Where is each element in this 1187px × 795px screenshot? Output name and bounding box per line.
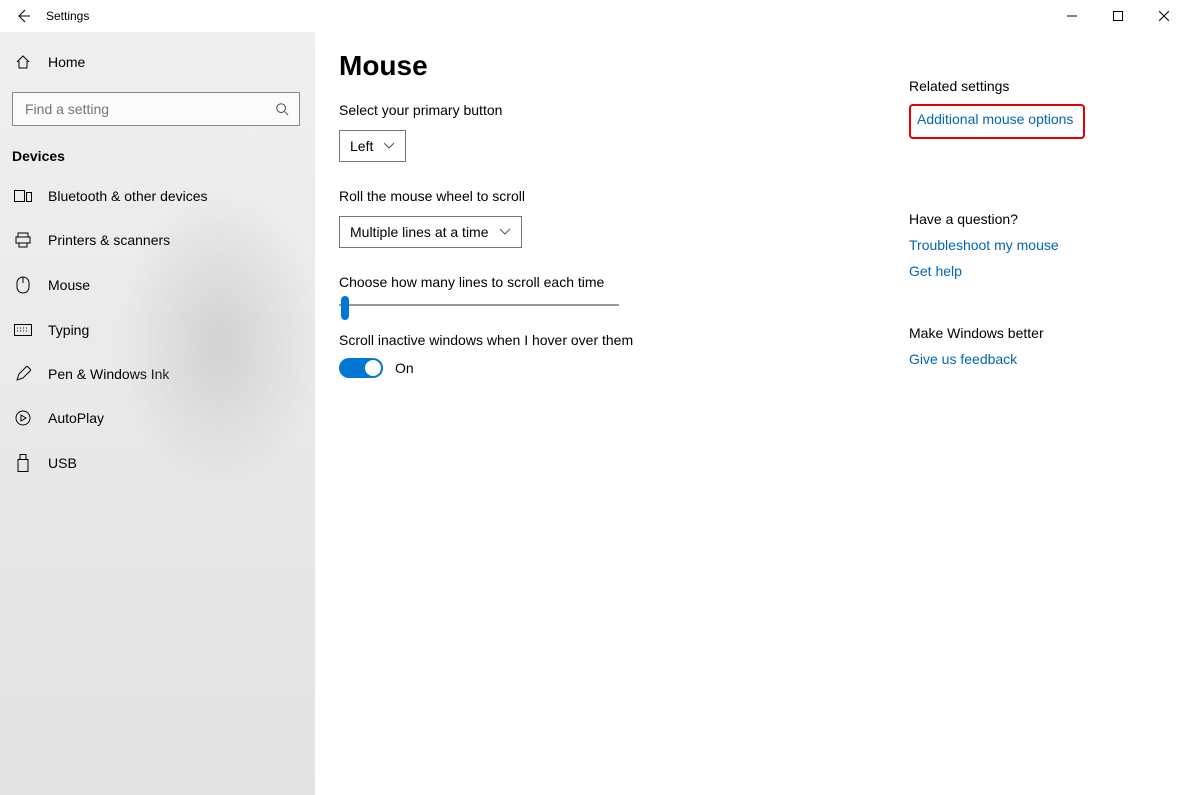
troubleshoot-mouse-link[interactable]: Troubleshoot my mouse [909,237,1059,253]
home-icon [14,54,32,70]
back-button[interactable] [0,0,46,32]
main-content: Mouse Select your primary button Left Ro… [315,32,1187,795]
autoplay-icon [14,410,32,426]
inactive-windows-toggle[interactable] [339,358,383,378]
improve-heading: Make Windows better [909,325,1187,341]
titlebar: Settings [0,0,1187,32]
inactive-windows-label: Scroll inactive windows when I hover ove… [339,332,909,348]
sidebar-item-label: Printers & scanners [48,232,170,248]
highlighted-link-box: Additional mouse options [909,104,1085,139]
sidebar-item-typing[interactable]: Typing [0,308,315,352]
sidebar-home-label: Home [48,54,85,70]
chevron-down-icon [383,142,395,150]
sidebar-item-label: Pen & Windows Ink [48,366,169,382]
wheel-scroll-label: Roll the mouse wheel to scroll [339,188,909,204]
page-title: Mouse [339,50,909,82]
maximize-button[interactable] [1095,0,1141,32]
sidebar-section-label: Devices [0,144,315,174]
pen-icon [14,366,32,382]
window-title: Settings [46,9,89,23]
search-input[interactable] [12,92,300,126]
close-button[interactable] [1141,0,1187,32]
sidebar-item-usb[interactable]: USB [0,440,315,486]
sidebar-item-label: AutoPlay [48,410,104,426]
usb-icon [14,454,32,472]
search-icon [275,102,289,116]
sidebar-item-label: USB [48,455,77,471]
sidebar-item-mouse[interactable]: Mouse [0,262,315,308]
sidebar-item-pen[interactable]: Pen & Windows Ink [0,352,315,396]
sidebar-item-label: Bluetooth & other devices [48,188,208,204]
sidebar-item-printers[interactable]: Printers & scanners [0,218,315,262]
search-container [12,92,303,126]
toggle-state-label: On [395,360,414,376]
sidebar-item-bluetooth[interactable]: Bluetooth & other devices [0,174,315,218]
additional-mouse-options-link[interactable]: Additional mouse options [917,111,1073,127]
printer-icon [14,232,32,248]
mouse-icon [14,276,32,294]
right-pane: Related settings Additional mouse option… [909,50,1187,795]
search-field[interactable] [23,100,275,118]
lines-scroll-label: Choose how many lines to scroll each tim… [339,274,909,290]
select-value: Multiple lines at a time [350,224,489,240]
related-settings-heading: Related settings [909,78,1187,94]
feedback-link[interactable]: Give us feedback [909,351,1017,367]
toggle-knob [365,360,381,376]
primary-button-select[interactable]: Left [339,130,406,162]
get-help-link[interactable]: Get help [909,263,962,279]
sidebar-home[interactable]: Home [0,44,315,80]
question-heading: Have a question? [909,211,1187,227]
slider-thumb[interactable] [341,296,349,320]
wheel-scroll-select[interactable]: Multiple lines at a time [339,216,522,248]
sidebar-item-label: Mouse [48,277,90,293]
lines-scroll-slider[interactable] [339,304,619,306]
sidebar-item-autoplay[interactable]: AutoPlay [0,396,315,440]
keyboard-icon [14,324,32,336]
primary-button-label: Select your primary button [339,102,909,118]
select-value: Left [350,138,373,154]
chevron-down-icon [499,228,511,236]
minimize-button[interactable] [1049,0,1095,32]
sidebar-item-label: Typing [48,322,89,338]
devices-icon [14,188,32,204]
sidebar: Home Devices Bluetooth & other devices P… [0,32,315,795]
